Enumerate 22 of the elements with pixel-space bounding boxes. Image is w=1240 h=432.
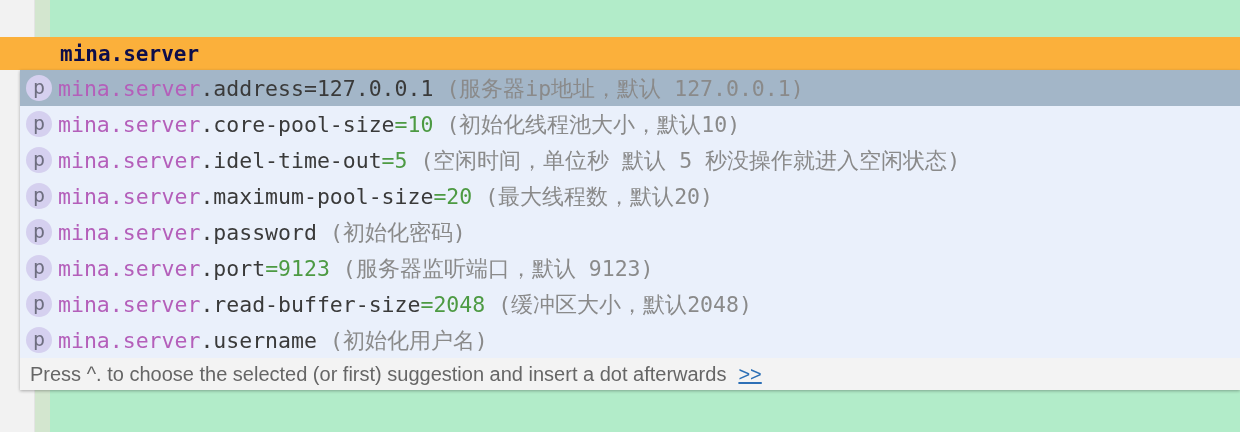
suggestion-item[interactable]: p mina.server.idel-time-out=5 (空闲时间，单位秒 默认 5 秒没操作就进入空闲状态) xyxy=(20,142,1240,178)
property-icon: p xyxy=(26,219,52,245)
fold-strip xyxy=(35,390,50,432)
code-line: mina.server xyxy=(60,41,200,66)
property-icon: p xyxy=(26,327,52,353)
suggestion-item[interactable]: p mina.server.core-pool-size=10 (初始化线程池大小，默认10) xyxy=(20,106,1240,142)
property-icon: p xyxy=(26,183,52,209)
suggestion-item[interactable]: p mina.server.address=127.0.0.1 (服务器ip地址，默认 127.0.0.1) xyxy=(20,70,1240,106)
suggestion-item[interactable]: p mina.server.maximum-pool-size=20 (最大线程数，默认20) xyxy=(20,178,1240,214)
property-icon: p xyxy=(26,75,52,101)
fold-strip xyxy=(35,0,50,37)
property-icon: p xyxy=(26,291,52,317)
more-link[interactable]: >> xyxy=(738,362,762,386)
suggestion-item[interactable]: p mina.server.password (初始化密码) xyxy=(20,214,1240,250)
property-icon: p xyxy=(26,111,52,137)
suggestion-item[interactable]: p mina.server.port=9123 (服务器监听端口，默认 9123) xyxy=(20,250,1240,286)
gutter xyxy=(0,37,35,70)
property-icon: p xyxy=(26,255,52,281)
hint-text: Press ^. to choose the selected (or first) suggestion and insert a dot afterwards xyxy=(30,362,727,386)
property-icon: p xyxy=(26,147,52,173)
suggestion-item[interactable]: p mina.server.username (初始化用户名) xyxy=(20,322,1240,358)
suggestion-item[interactable]: p mina.server.read-buffer-size=2048 (缓冲区大小，默认2048) xyxy=(20,286,1240,322)
